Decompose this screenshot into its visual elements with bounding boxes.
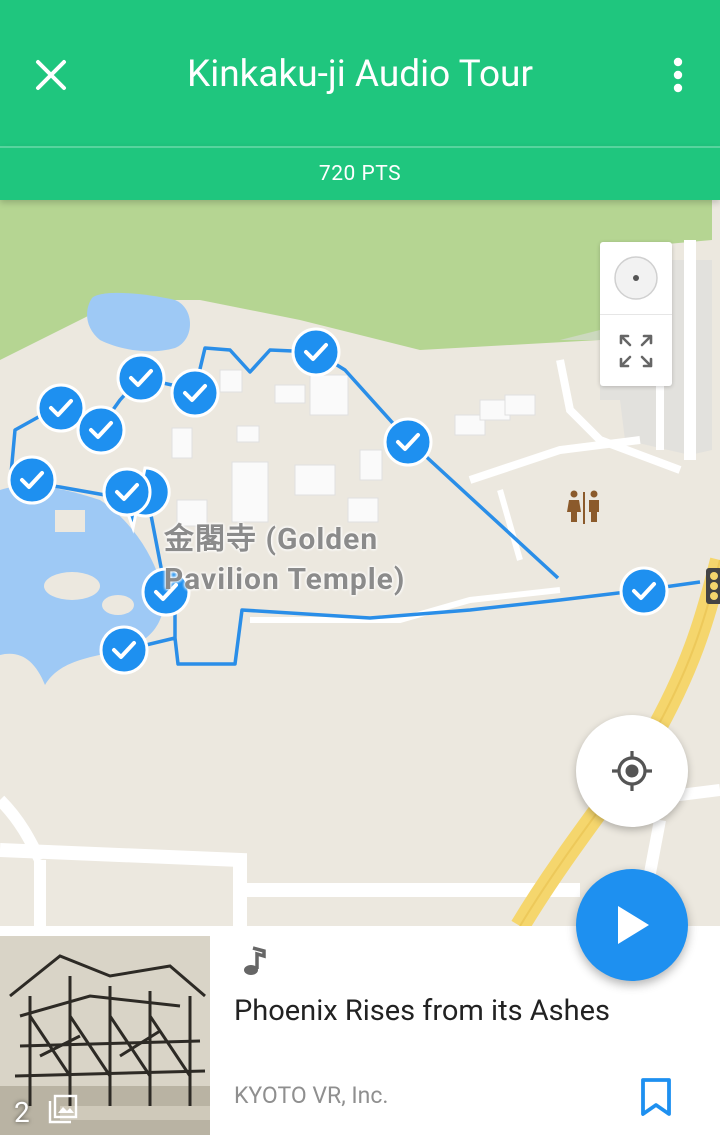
checkpoint-marker[interactable] <box>102 467 152 517</box>
fullscreen-button[interactable] <box>600 314 672 386</box>
thumbnail-photo <box>0 936 210 1135</box>
fullscreen-icon <box>619 334 653 367</box>
close-icon <box>36 60 66 90</box>
photo-library-icon <box>48 1094 78 1124</box>
checkpoint-marker[interactable] <box>99 625 149 675</box>
compass-button[interactable] <box>600 242 672 314</box>
checkpoint-marker[interactable] <box>383 417 433 467</box>
checkpoint-marker[interactable] <box>36 383 86 433</box>
map-controls <box>600 242 672 386</box>
audio-author: KYOTO VR, Inc. <box>234 1082 389 1109</box>
my-location-icon <box>612 751 652 791</box>
page-title: Kinkaku-ji Audio Tour <box>186 53 533 96</box>
more-options-button[interactable] <box>656 46 700 104</box>
checkpoint-marker[interactable] <box>7 455 57 505</box>
checkpoint-marker[interactable] <box>170 368 220 418</box>
points-label: 720 PTS <box>318 162 402 186</box>
checkpoint-marker[interactable] <box>76 405 126 455</box>
map-view[interactable]: 金閣寺 (Golden Pavilion Temple) <box>0 200 720 926</box>
app-screen: Kinkaku-ji Audio Tour 720 PTS 金閣寺 (Golde… <box>0 0 720 1135</box>
app-bar: Kinkaku-ji Audio Tour <box>0 0 720 146</box>
compass-icon <box>614 256 658 300</box>
more-vert-icon <box>673 57 683 93</box>
audio-title[interactable]: Phoenix Rises from its Ashes <box>234 992 610 1030</box>
image-count: 2 <box>14 1096 30 1129</box>
points-bar: 720 PTS <box>0 146 720 200</box>
checkpoint-marker[interactable] <box>116 353 166 403</box>
music-note-icon <box>244 946 266 975</box>
checkpoint-marker[interactable] <box>619 566 669 616</box>
card-thumbnail[interactable]: 2 <box>0 936 210 1135</box>
my-location-button[interactable] <box>576 715 688 827</box>
bookmark-icon <box>641 1078 671 1116</box>
checkpoint-marker[interactable] <box>291 327 341 377</box>
place-label: 金閣寺 (Golden Pavilion Temple) <box>164 522 406 597</box>
close-button[interactable] <box>22 46 80 104</box>
play-icon <box>618 906 649 944</box>
bookmark-button[interactable] <box>634 1072 678 1122</box>
play-button[interactable] <box>576 869 688 981</box>
